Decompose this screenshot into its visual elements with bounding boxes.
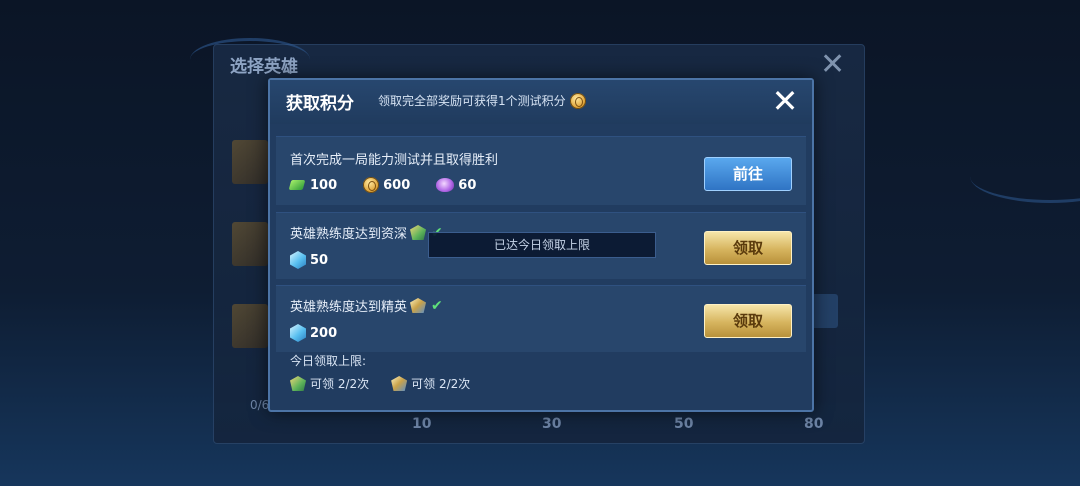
background-hero-card <box>232 140 268 184</box>
limit-reached-toast: 已达今日领取上限 <box>428 232 656 258</box>
task-title-group: 英雄熟练度达到精英 ✔ <box>290 296 443 316</box>
go-button[interactable]: 前往 <box>704 157 792 191</box>
background-tick: 50 <box>674 416 694 432</box>
claim-button[interactable]: 领取 <box>704 231 792 265</box>
close-button[interactable]: ✕ <box>768 84 802 118</box>
reward-value: 100 <box>310 177 338 193</box>
reward-value: 600 <box>383 177 411 193</box>
task-title: 英雄熟练度达到精英 <box>290 300 408 315</box>
senior-badge-icon <box>290 376 306 391</box>
reward-item: 600 <box>363 177 410 193</box>
background-tick: 80 <box>804 416 824 432</box>
crystal-icon <box>290 324 306 342</box>
coin-icon <box>569 92 586 109</box>
reward-value: 50 <box>310 252 329 268</box>
task-title-group: 英雄熟练度达到资深 ✔ <box>290 223 443 243</box>
task-title: 英雄熟练度达到资深 <box>290 227 408 242</box>
green-ticket-icon <box>290 178 306 192</box>
background-hero-card <box>232 304 268 348</box>
daily-limit-item: 可领 2/2次 <box>391 375 470 392</box>
background-tick: 30 <box>542 416 562 432</box>
task-row-first-win: 首次完成一局能力测试并且取得胜利 100 600 60 前往 <box>276 136 806 205</box>
senior-badge-icon <box>410 225 427 240</box>
reward-value: 200 <box>310 325 338 341</box>
dialog-subtitle: 领取完全部奖励可获得1个测试积分 <box>378 92 586 109</box>
reward-list: 50 <box>290 251 328 269</box>
daily-limit-title: 今日领取上限: <box>290 354 367 368</box>
background-tick: 10 <box>412 416 432 432</box>
task-title: 首次完成一局能力测试并且取得胜利 <box>290 153 499 168</box>
reward-item: 60 <box>436 178 476 193</box>
dialog-title: 获取积分 <box>286 94 354 114</box>
dialog-header: 获取积分 领取完全部奖励可获得1个测试积分 ✕ <box>270 80 812 124</box>
decorative-wave <box>970 150 1080 203</box>
check-icon: ✔ <box>431 297 443 314</box>
daily-limit-list: 可领 2/2次 可领 2/2次 <box>290 375 470 392</box>
reward-item: 200 <box>290 324 337 342</box>
elite-badge-icon <box>391 376 408 391</box>
crystal-icon <box>290 251 306 269</box>
background-window-title: 选择英雄 <box>230 57 298 77</box>
elite-badge-icon <box>410 298 427 313</box>
daily-limit-text: 可领 2/2次 <box>411 377 471 391</box>
get-points-dialog: 获取积分 领取完全部奖励可获得1个测试积分 ✕ 首次完成一局能力测试并且取得胜利… <box>268 78 1080 412</box>
daily-limit-item: 可领 2/2次 <box>290 375 369 392</box>
background-close-icon: ✕ <box>820 47 846 82</box>
reward-item: 50 <box>290 251 328 269</box>
purple-gem-icon <box>436 178 455 192</box>
claim-button[interactable]: 领取 <box>704 304 792 338</box>
daily-limit: 今日领取上限: 可领 2/2次 可领 2/2次 <box>290 352 470 392</box>
reward-value: 60 <box>458 177 477 193</box>
daily-limit-text: 可领 2/2次 <box>310 377 370 391</box>
background-hero-card <box>232 222 268 266</box>
dialog-subtitle-text: 领取完全部奖励可获得1个测试积分 <box>378 94 566 108</box>
reward-list: 100 600 60 <box>290 177 476 193</box>
reward-list: 200 <box>290 324 337 342</box>
reward-item: 100 <box>290 178 337 193</box>
gold-coin-icon <box>363 177 380 193</box>
task-row-elite-mastery: 英雄熟练度达到精英 ✔ 200 领取 <box>276 285 806 352</box>
